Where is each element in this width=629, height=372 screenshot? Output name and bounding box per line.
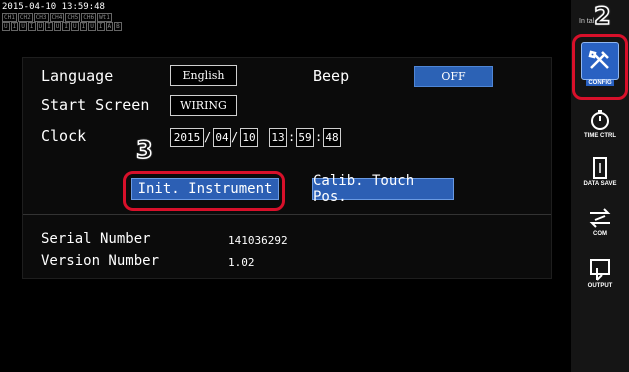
- sidebar-item-output[interactable]: OUTPUT: [577, 258, 623, 298]
- main-screen: 2015-04-10 13:59:48 CH1 CH2 CH3 CH4 CH5 …: [0, 0, 571, 372]
- channel-ui-indicator: U: [19, 22, 27, 31]
- channel-ui-indicator: U: [36, 22, 45, 31]
- sidebar-item-label: COM: [593, 231, 607, 237]
- clock-date-separator: /: [231, 130, 239, 144]
- channel-indicator: CH6: [81, 13, 97, 22]
- channel-indicators-row1: CH1 CH2 CH3 CH4 CH5 CH6 Wt1: [2, 13, 112, 22]
- serial-number-label: Serial Number: [41, 231, 151, 247]
- stopwatch-icon: [586, 108, 614, 132]
- clock-day-field[interactable]: 10: [240, 128, 258, 147]
- channel-indicator: CH3: [33, 13, 49, 22]
- channel-indicator: CH2: [17, 13, 33, 22]
- sidebar-item-time-ctrl[interactable]: TIME CTRL: [577, 108, 623, 148]
- sidebar-item-data-save[interactable]: DATA SAVE: [577, 156, 623, 196]
- version-number-label: Version Number: [41, 253, 160, 269]
- sidebar-item-label: OUTPUT: [587, 283, 613, 289]
- channel-ui-indicator: I: [79, 22, 88, 31]
- init-instrument-highlight: [123, 171, 285, 211]
- channel-indicators-row2: U I U I U I U I U I U I A B: [2, 22, 122, 31]
- clock-time-separator: :: [288, 130, 296, 144]
- clock-second-field[interactable]: 48: [323, 128, 341, 147]
- language-select[interactable]: English: [170, 65, 237, 86]
- panel-divider: [23, 214, 551, 215]
- clock-label: Clock: [41, 127, 87, 145]
- channel-ui-indicator: I: [27, 22, 36, 31]
- channel-ui-indicator: I: [62, 22, 70, 31]
- channel-ui-indicator: I: [96, 22, 105, 31]
- channel-ui-indicator: U: [88, 22, 96, 31]
- start-screen-select[interactable]: WIRING: [170, 95, 237, 116]
- channel-ui-indicator: A: [105, 22, 114, 31]
- usb-drive-icon: [586, 156, 614, 180]
- start-screen-label: Start Screen: [41, 96, 150, 114]
- channel-ui-indicator: I: [10, 22, 19, 31]
- clock-month-field[interactable]: 04: [213, 128, 231, 147]
- function-sidebar: In tal CONFIG TIME CTRL DATA SAVE COM OU…: [571, 0, 629, 372]
- channel-indicator: CH4: [49, 13, 65, 22]
- sidebar-item-com[interactable]: COM: [577, 206, 623, 246]
- calib-touch-pos-button[interactable]: Calib. Touch Pos.: [312, 173, 454, 205]
- clock-time-separator: :: [315, 130, 323, 144]
- channel-ui-indicator: U: [53, 22, 62, 31]
- clock-hour-field[interactable]: 13: [269, 128, 287, 147]
- sidebar-item-label: TIME CTRL: [584, 133, 616, 139]
- config-highlight: [572, 34, 628, 100]
- output-icon: [586, 258, 614, 282]
- step-2-callout: 2: [593, 1, 611, 31]
- sidebar-top-label: In tal: [579, 18, 595, 25]
- channel-ui-indicator: B: [114, 22, 122, 31]
- channel-ui-indicator: U: [2, 22, 10, 31]
- step-3-callout: 3: [135, 135, 153, 165]
- channel-indicator: Wt1: [97, 13, 112, 22]
- system-settings-panel: Language English Beep OFF Start Screen W…: [22, 57, 552, 279]
- serial-number-value: 141036292: [228, 234, 288, 247]
- clock-date-separator: /: [204, 130, 212, 144]
- beep-toggle[interactable]: OFF: [414, 66, 493, 87]
- version-number-value: 1.02: [228, 256, 255, 269]
- clock-minute-field[interactable]: 59: [296, 128, 314, 147]
- sidebar-item-label: DATA SAVE: [583, 181, 617, 187]
- language-label: Language: [41, 67, 114, 85]
- beep-label: Beep: [313, 67, 350, 85]
- channel-indicator: CH1: [2, 13, 17, 22]
- arrows-exchange-icon: [586, 206, 614, 230]
- channel-ui-indicator: I: [45, 22, 53, 31]
- status-datetime: 2015-04-10 13:59:48: [2, 2, 105, 12]
- channel-indicator: CH5: [65, 13, 81, 22]
- clock-year-field[interactable]: 2015: [170, 128, 204, 147]
- channel-ui-indicator: U: [71, 22, 79, 31]
